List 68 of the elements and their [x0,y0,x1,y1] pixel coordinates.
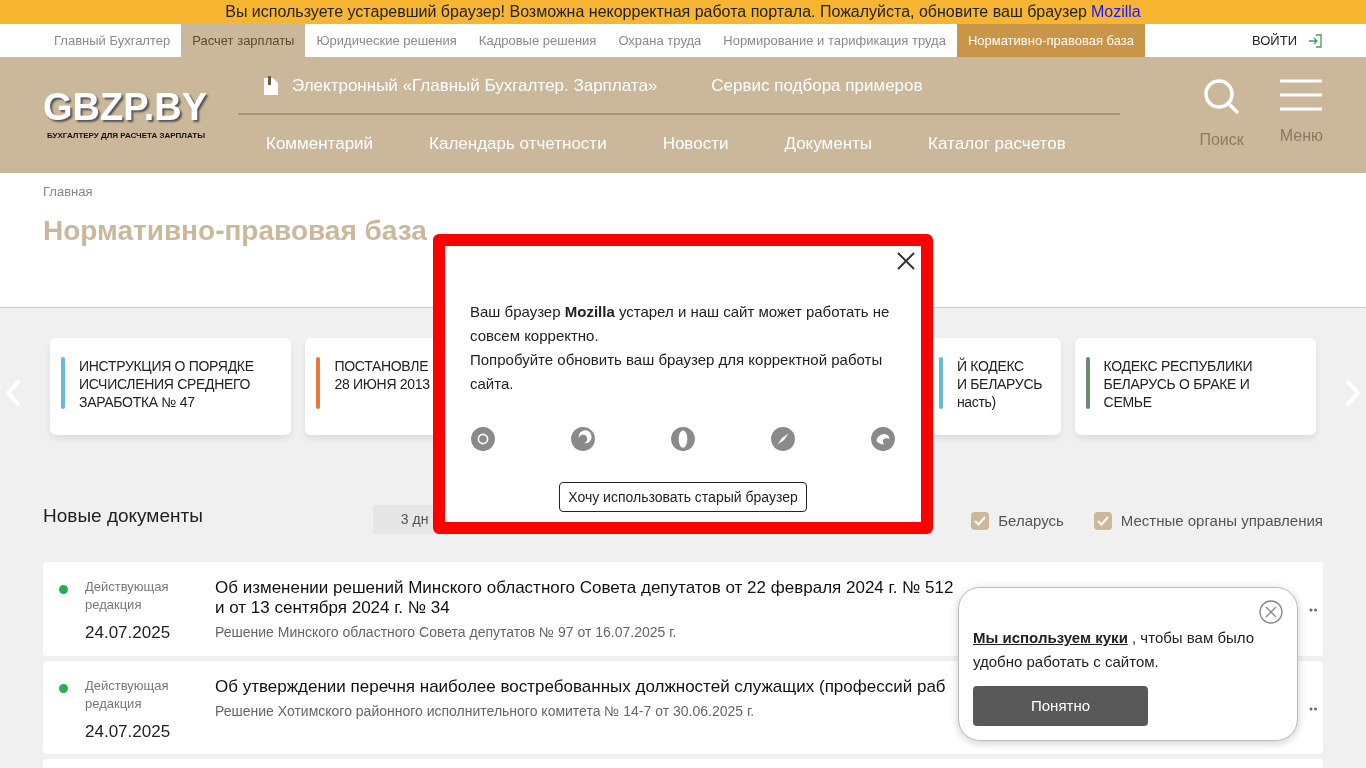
card-title-line: ИСЧИСЛЕНИЯ СРЕДНЕГО [79,375,252,393]
nav-link[interactable]: Комментарий [266,130,374,157]
site-tab[interactable]: Главный Бухгалтер [43,24,182,57]
card-title-line: ИНСТРУКЦИЯ О ПОРЯДКЕ [79,357,254,375]
nav-link[interactable]: Каталог расчетов [928,130,1066,157]
card-title-line: Й КОДЕКС [956,357,1025,375]
accept-button[interactable]: Понятно [973,686,1148,726]
more-icon[interactable] [1309,706,1317,711]
nav-link[interactable]: Документы [784,130,873,157]
document-card[interactable]: КОДЕКС РЕСПУБЛИКИ БЕЛАРУСЬ О БРАКЕ И СЕМЬЕ [1074,338,1316,435]
browser-icon[interactable] [470,426,496,452]
breadcrumb-link[interactable]: Главная [43,182,1323,202]
document-date: 24.07.2025 [85,622,172,644]
browser-icon[interactable] [670,426,696,452]
login-link[interactable]: ВОЙТИ [1252,24,1297,57]
check-icon [1096,516,1109,527]
document-source: Решение Хотимского районного исполнительного комитета № 14-7 от 30.06.2025 г. [215,701,756,721]
document-icon [262,74,280,97]
section-title: Новые документы [43,504,203,528]
card-title-line: КОДЕКС РЕСПУБЛИКИ [1103,357,1253,375]
warning-text: Вы используете устаревший браузер! Возможна некорректная работа портала. Пожалуйста, обновите ваш браузер [225,2,1087,22]
document-source: Решение Минского областного Совета депутатов № 97 от 16.07.2025 г. [215,623,678,642]
status-label: Действующая редакция [85,676,170,713]
close-icon[interactable] [1259,600,1283,624]
browser-icon[interactable] [570,426,596,452]
document-date: 24.07.2025 [85,720,172,743]
site-logo[interactable]: GBZP.BY [43,88,239,126]
filter-checkbox[interactable] [1093,512,1112,531]
menu-icon [1280,78,1323,112]
card-title-line: 28 ИЮНЯ 2013 [334,375,430,393]
page-title: Нормативно-правовая база [43,213,428,248]
filter-label: Беларусь [998,511,1064,531]
card-title-line: БЕЛАРУСЬ О БРАКЕ И [1103,375,1251,393]
browser-icon[interactable] [770,426,796,452]
document-title[interactable]: Об изменении решений Минского областного Совета депутатов от 22 февраля 2024 г. № 512 и от 13 сентября 2024 г. № 34 [215,578,955,618]
site-tab[interactable]: Нормативно-правовая база [956,24,1146,57]
header-link[interactable]: Электронный «Главный Бухгалтер. Зарплата» [292,72,658,99]
card-title-line: СЕМЬЕ [1103,393,1153,411]
check-icon [974,516,987,527]
login-icon[interactable] [1307,32,1323,49]
browser-link[interactable]: Mozilla [1090,0,1141,24]
search-button[interactable]: Поиск [1199,78,1244,152]
nav-link[interactable]: Новости [662,130,729,157]
header-link[interactable]: Сервис подбора примеров [711,72,923,99]
card-title-line: ПОСТАНОВЛЕ [334,357,430,375]
site-tab[interactable]: Юридические решения [305,24,468,57]
browser-icon[interactable] [870,426,896,452]
search-icon [1202,78,1241,116]
document-card[interactable]: ИНСТРУКЦИЯ О ПОРЯДКЕ ИСЧИСЛЕНИЯ СРЕДНЕГО ЗАРАБОТКА № 47 [50,338,292,435]
card-title-line: И БЕЛАРУСЬ [956,375,1043,393]
card-title-line: насть) [956,393,997,411]
more-icon[interactable] [1309,608,1317,612]
filter-label: Местные органы управления [1120,511,1323,531]
close-button[interactable] [895,250,917,272]
menu-button[interactable]: Меню [1279,78,1323,152]
old-browser-button[interactable]: Хочу использовать старый браузер [559,482,807,512]
filter-checkbox[interactable] [971,512,990,531]
document-title[interactable]: Об утверждении перечня наиболее востребованных должностей служащих (профессий раб [215,676,955,697]
card-title-line: ЗАРАБОТКА № 47 [79,393,196,411]
cookie-link[interactable]: Мы используем куки [973,629,1128,646]
logo-tagline: БУХГАЛТЕРУ ДЛЯ РАСЧЕТА ЗАРПЛАТЫ [47,130,207,142]
status-label: Действующая редакция [85,578,170,614]
site-tab[interactable]: Кадровые решения [467,24,608,57]
site-tab[interactable]: Охрана труда [607,24,713,57]
site-tab[interactable]: Нормирование и тарификация труда [712,24,957,57]
close-icon [897,252,915,270]
site-tab[interactable]: Расчет зарплаты [181,24,306,57]
nav-link[interactable]: Календарь отчетности [429,130,607,157]
